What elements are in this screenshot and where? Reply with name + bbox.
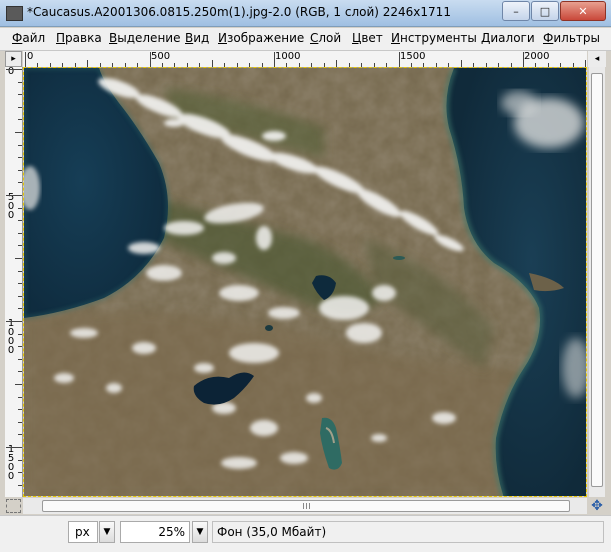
menu-filters[interactable]: Фильтры: [543, 31, 600, 45]
ruler-tick: [15, 258, 22, 259]
menu-file[interactable]: Файл: [12, 31, 45, 45]
navigate-icon[interactable]: ✥: [588, 498, 606, 514]
horizontal-scrollbar[interactable]: [23, 498, 587, 514]
ruler-tick: [585, 60, 587, 67]
ruler-tick: [460, 60, 462, 67]
minimize-button[interactable]: –: [502, 1, 530, 21]
hruler-label: 1000: [275, 51, 301, 62]
ruler-tick: [211, 60, 213, 67]
ruler-tick: [6, 321, 22, 322]
ruler-tick: [18, 295, 22, 297]
ruler-tick: [25, 52, 26, 67]
hruler-label: 500: [151, 51, 171, 62]
ruler-tick: [18, 409, 22, 411]
menu-colors[interactable]: Цвет: [352, 31, 383, 45]
ruler-tick: [18, 283, 22, 285]
ruler-tick: [18, 220, 22, 222]
ruler-tick: [18, 484, 22, 486]
ruler-tick: [15, 132, 22, 133]
zoom-dropdown-arrow-icon[interactable]: ▼: [192, 521, 208, 543]
menu-dialogs[interactable]: Диалоги: [481, 31, 535, 45]
ruler-tick: [18, 245, 22, 247]
ruler-tick: [149, 52, 151, 67]
ruler-tick: [6, 69, 22, 70]
vertical-scroll-thumb[interactable]: [591, 73, 603, 487]
ruler-tick: [18, 157, 22, 159]
ruler-tick: [18, 346, 22, 348]
menu-select[interactable]: Выделение: [109, 31, 180, 45]
hruler-label: 2000: [524, 51, 550, 62]
ruler-tick: [18, 371, 22, 373]
vertical-scrollbar[interactable]: [589, 67, 605, 497]
ruler-tick: [6, 447, 22, 448]
ruler-tick: [398, 52, 400, 67]
ruler-tick: [18, 472, 22, 474]
hruler-label: 1500: [400, 51, 426, 62]
close-button[interactable]: ✕: [560, 1, 606, 21]
ruler-tick: [18, 182, 22, 184]
ruler-tick: [18, 459, 22, 461]
ruler-tick: [18, 144, 22, 146]
satellite-image: [24, 68, 586, 496]
title-bar: *Caucasus.A2001306.0815.250m(1).jpg-2.0 …: [0, 0, 611, 27]
ruler-tick: [18, 270, 22, 272]
status-bar: px ▼ 25% ▼ Фон (35,0 Мбайт): [0, 515, 611, 552]
menu-tools[interactable]: Инструменты: [391, 31, 477, 45]
ruler-tick: [18, 106, 22, 108]
image-canvas[interactable]: [23, 67, 587, 497]
quick-mask-toggle-icon[interactable]: [6, 499, 21, 513]
ruler-end-icon: ◂: [588, 51, 606, 67]
ruler-tick: [18, 434, 22, 436]
ruler-tick: [336, 60, 338, 67]
menu-view[interactable]: Вид: [185, 31, 209, 45]
ruler-tick: [87, 60, 89, 67]
ruler-tick: [18, 169, 22, 171]
ruler-tick: [15, 384, 22, 385]
ruler-tick: [18, 333, 22, 335]
ruler-tick: [18, 232, 22, 234]
menu-layer[interactable]: Слой: [310, 31, 341, 45]
vruler-label: 1000: [7, 318, 15, 356]
horizontal-scroll-thumb[interactable]: [42, 500, 570, 512]
window-title: *Caucasus.A2001306.0815.250m(1).jpg-2.0 …: [27, 5, 451, 19]
hruler-label: 0: [27, 51, 34, 62]
vruler-label: 1500: [7, 444, 15, 482]
ruler-tick: [18, 308, 22, 310]
zoom-input[interactable]: 25%: [120, 521, 190, 543]
layer-info: Фон (35,0 Мбайт): [212, 521, 604, 543]
ruler-tick: [18, 207, 22, 209]
ruler-tick: [523, 52, 524, 67]
window-controls: – □ ✕: [502, 1, 606, 21]
ruler-tick: [18, 119, 22, 121]
ruler-tick: [6, 195, 22, 196]
quick-menu-button[interactable]: ▸: [5, 51, 22, 67]
ruler-tick: [18, 396, 22, 398]
ruler-tick: [18, 358, 22, 360]
ruler-tick: [18, 81, 22, 83]
gimp-app-icon[interactable]: [6, 6, 23, 21]
ruler-tick: [18, 421, 22, 423]
ruler-tick: [274, 52, 275, 67]
menu-bar: Файл Правка Выделение Вид Изображение Сл…: [0, 28, 611, 51]
vruler-label: 500: [7, 192, 15, 221]
menu-image[interactable]: Изображение: [218, 31, 304, 45]
menu-edit[interactable]: Правка: [56, 31, 102, 45]
vertical-ruler[interactable]: 0 500 1000 1500: [5, 67, 23, 497]
unit-select[interactable]: px: [68, 521, 98, 543]
maximize-button[interactable]: □: [531, 1, 559, 21]
horizontal-ruler[interactable]: 0 500 1000 1500 2000: [23, 51, 587, 68]
ruler-tick: [18, 94, 22, 96]
unit-dropdown-arrow-icon[interactable]: ▼: [99, 521, 115, 543]
